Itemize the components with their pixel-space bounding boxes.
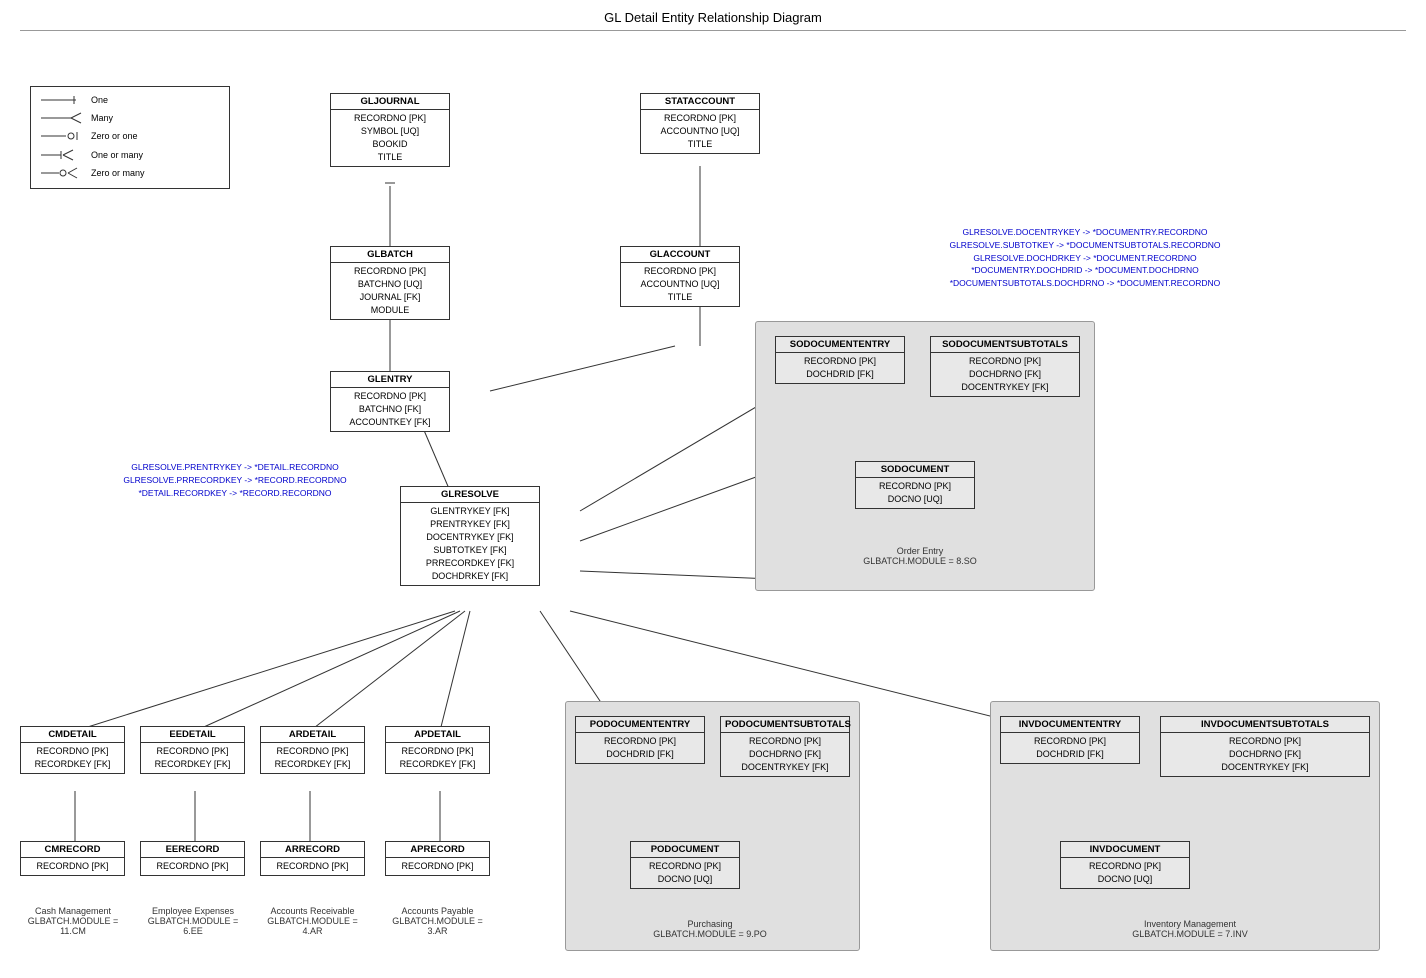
entity-podocument: PODOCUMENT RECORDNO [PK]DOCNO [UQ] [630, 841, 740, 889]
aprecord-title: APRECORD [386, 842, 489, 858]
entity-eedetail: EEDETAIL RECORDNO [PK]RECORDKEY [FK] [140, 726, 245, 774]
glaccount-fields: RECORDNO [PK]ACCOUNTNO [UQ]TITLE [621, 263, 739, 306]
diagram-area: One Many Zero or one One or many Zero or… [0, 31, 1426, 971]
gljournal-title: GLJOURNAL [331, 94, 449, 110]
order-entry-label: Order EntryGLBATCH.MODULE = 8.SO [820, 546, 1020, 566]
arrecord-fields: RECORDNO [PK] [261, 858, 364, 875]
eerecord-fields: RECORDNO [PK] [141, 858, 244, 875]
entity-cmdetail: CMDETAIL RECORDNO [PK]RECORDKEY [FK] [20, 726, 125, 774]
entity-glaccount: GLACCOUNT RECORDNO [PK]ACCOUNTNO [UQ]TIT… [620, 246, 740, 307]
entity-glentry: GLENTRY RECORDNO [PK]BATCHNO [FK]ACCOUNT… [330, 371, 450, 432]
sodocument-title: SODOCUMENT [856, 462, 974, 478]
podocument-title: PODOCUMENT [631, 842, 739, 858]
inventory-management-label: Inventory ManagementGLBATCH.MODULE = 7.I… [1000, 919, 1380, 939]
entity-invdocumententry: INVDOCUMENTENTRY RECORDNO [PK]DOCHDRID [… [1000, 716, 1140, 764]
accounts-receivable-label: Accounts ReceivableGLBATCH.MODULE =4.AR [255, 906, 370, 936]
apdetail-fields: RECORDNO [PK]RECORDKEY [FK] [386, 743, 489, 773]
podocumententry-fields: RECORDNO [PK]DOCHDRID [FK] [576, 733, 704, 763]
apdetail-title: APDETAIL [386, 727, 489, 743]
entity-invdocument: INVDOCUMENT RECORDNO [PK]DOCNO [UQ] [1060, 841, 1190, 889]
sodocumentsubtotals-fields: RECORDNO [PK]DOCHDRNO [FK]DOCENTRYKEY [F… [931, 353, 1079, 396]
arrecord-title: ARRECORD [261, 842, 364, 858]
sodocumentsubtotals-title: SODOCUMENTSUBTOTALS [931, 337, 1079, 353]
glaccount-title: GLACCOUNT [621, 247, 739, 263]
entity-podocumentsubtotals: PODOCUMENTSUBTOTALS RECORDNO [PK]DOCHDRN… [720, 716, 850, 777]
legend-one-many-label: One or many [91, 147, 143, 163]
entity-gljournal: GLJOURNAL RECORDNO [PK]SYMBOL [UQ]BOOKID… [330, 93, 450, 167]
entity-arrecord: ARRECORD RECORDNO [PK] [260, 841, 365, 876]
glentry-title: GLENTRY [331, 372, 449, 388]
glentry-fields: RECORDNO [PK]BATCHNO [FK]ACCOUNTKEY [FK] [331, 388, 449, 431]
entity-sodocumententry: SODOCUMENTENTRY RECORDNO [PK]DOCHDRID [F… [775, 336, 905, 384]
aprecord-fields: RECORDNO [PK] [386, 858, 489, 875]
entity-sodocument: SODOCUMENT RECORDNO [PK]DOCNO [UQ] [855, 461, 975, 509]
invdocumententry-title: INVDOCUMENTENTRY [1001, 717, 1139, 733]
legend-zero-one-label: Zero or one [91, 128, 138, 144]
ardetail-title: ARDETAIL [261, 727, 364, 743]
cmrecord-title: CMRECORD [21, 842, 124, 858]
accounts-payable-label: Accounts PayableGLBATCH.MODULE =3.AR [380, 906, 495, 936]
legend-zero-many: Zero or many [41, 165, 219, 181]
gljournal-fields: RECORDNO [PK]SYMBOL [UQ]BOOKIDTITLE [331, 110, 449, 166]
invdocumententry-fields: RECORDNO [PK]DOCHDRID [FK] [1001, 733, 1139, 763]
podocument-fields: RECORDNO [PK]DOCNO [UQ] [631, 858, 739, 888]
glresolve-fields: GLENTRYKEY [FK]PRENTRYKEY [FK]DOCENTRYKE… [401, 503, 539, 585]
sodocumententry-fields: RECORDNO [PK]DOCHDRID [FK] [776, 353, 904, 383]
cash-management-label: Cash ManagementGLBATCH.MODULE =11.CM [18, 906, 128, 936]
eedetail-title: EEDETAIL [141, 727, 244, 743]
cmdetail-title: CMDETAIL [21, 727, 124, 743]
entity-ardetail: ARDETAIL RECORDNO [PK]RECORDKEY [FK] [260, 726, 365, 774]
legend-many-label: Many [91, 110, 113, 126]
cmdetail-fields: RECORDNO [PK]RECORDKEY [FK] [21, 743, 124, 773]
legend-one: One [41, 92, 219, 108]
eerecord-title: EERECORD [141, 842, 244, 858]
entity-invdocumentsubtotals: INVDOCUMENTSUBTOTALS RECORDNO [PK]DOCHDR… [1160, 716, 1370, 777]
entity-podocumententry: PODOCUMENTENTRY RECORDNO [PK]DOCHDRID [F… [575, 716, 705, 764]
note-gl-resolve: GLRESOLVE.PRENTRYKEY -> *DETAIL.RECORDNO… [100, 461, 370, 499]
entity-glresolve: GLRESOLVE GLENTRYKEY [FK]PRENTRYKEY [FK]… [400, 486, 540, 586]
stataccount-title: STATACCOUNT [641, 94, 759, 110]
note-so-resolve: GLRESOLVE.DOCENTRYKEY -> *DOCUMENTRY.REC… [870, 226, 1300, 290]
legend-one-many: One or many [41, 147, 219, 163]
invdocument-title: INVDOCUMENT [1061, 842, 1189, 858]
eedetail-fields: RECORDNO [PK]RECORDKEY [FK] [141, 743, 244, 773]
legend-zero-one: Zero or one [41, 128, 219, 144]
invdocumentsubtotals-title: INVDOCUMENTSUBTOTALS [1161, 717, 1369, 733]
sodocumententry-title: SODOCUMENTENTRY [776, 337, 904, 353]
podocumententry-title: PODOCUMENTENTRY [576, 717, 704, 733]
stataccount-fields: RECORDNO [PK]ACCOUNTNO [UQ]TITLE [641, 110, 759, 153]
legend-box: One Many Zero or one One or many Zero or… [30, 86, 230, 189]
entity-cmrecord: CMRECORD RECORDNO [PK] [20, 841, 125, 876]
entity-apdetail: APDETAIL RECORDNO [PK]RECORDKEY [FK] [385, 726, 490, 774]
employee-expenses-label: Employee ExpensesGLBATCH.MODULE =6.EE [138, 906, 248, 936]
glbatch-title: GLBATCH [331, 247, 449, 263]
entity-eerecord: EERECORD RECORDNO [PK] [140, 841, 245, 876]
entity-glbatch: GLBATCH RECORDNO [PK]BATCHNO [UQ]JOURNAL… [330, 246, 450, 320]
ardetail-fields: RECORDNO [PK]RECORDKEY [FK] [261, 743, 364, 773]
purchasing-label: PurchasingGLBATCH.MODULE = 9.PO [595, 919, 825, 939]
legend-one-label: One [91, 92, 108, 108]
page-title: GL Detail Entity Relationship Diagram [0, 0, 1426, 30]
entity-sodocumentsubtotals: SODOCUMENTSUBTOTALS RECORDNO [PK]DOCHDRN… [930, 336, 1080, 397]
invdocumentsubtotals-fields: RECORDNO [PK]DOCHDRNO [FK]DOCENTRYKEY [F… [1161, 733, 1369, 776]
legend-many: Many [41, 110, 219, 126]
entity-stataccount: STATACCOUNT RECORDNO [PK]ACCOUNTNO [UQ]T… [640, 93, 760, 154]
legend-zero-many-label: Zero or many [91, 165, 145, 181]
glbatch-fields: RECORDNO [PK]BATCHNO [UQ]JOURNAL [FK]MOD… [331, 263, 449, 319]
invdocument-fields: RECORDNO [PK]DOCNO [UQ] [1061, 858, 1189, 888]
sodocument-fields: RECORDNO [PK]DOCNO [UQ] [856, 478, 974, 508]
entity-aprecord: APRECORD RECORDNO [PK] [385, 841, 490, 876]
podocumentsubtotals-fields: RECORDNO [PK]DOCHDRNO [FK]DOCENTRYKEY [F… [721, 733, 849, 776]
glresolve-title: GLRESOLVE [401, 487, 539, 503]
podocumentsubtotals-title: PODOCUMENTSUBTOTALS [721, 717, 849, 733]
cmrecord-fields: RECORDNO [PK] [21, 858, 124, 875]
